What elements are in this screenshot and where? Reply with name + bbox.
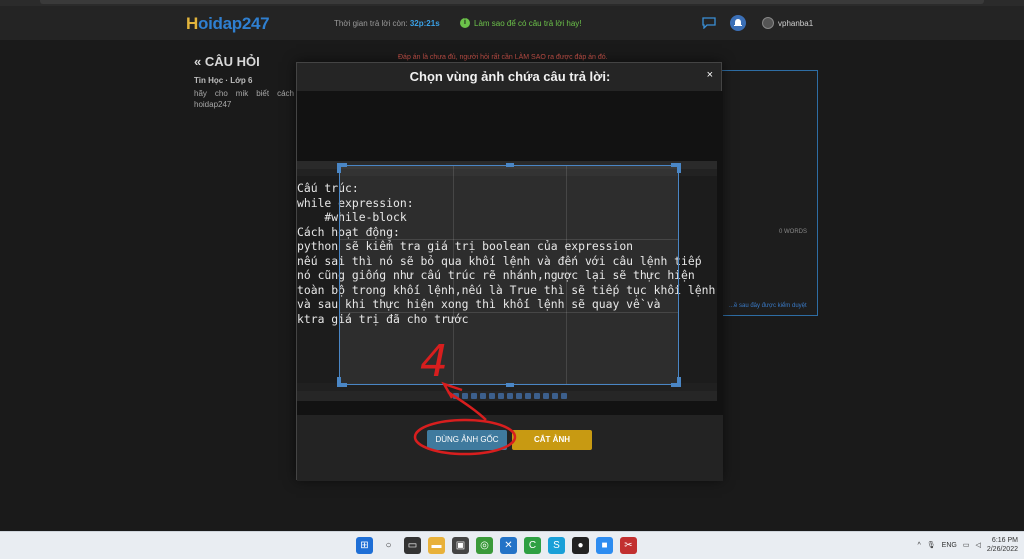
back-to-question[interactable]: « CÂU HỎI	[194, 54, 260, 69]
answer-warning: Đáp án là chưa đủ, người hỏi rất cần LÀM…	[398, 54, 608, 61]
crop-handle-top-right[interactable]	[677, 163, 681, 173]
search-icon[interactable]: ○	[380, 537, 397, 554]
help-link-text: Làm sao để có câu trả lời hay!	[474, 18, 582, 28]
volume-icon[interactable]: ◁	[975, 541, 980, 549]
taskbar-icons: ⊞ ○ ▭ ▬ ▣ ◎ ✕ C S ● ■ ✂	[356, 537, 637, 554]
microphone-icon[interactable]: 🎙	[927, 541, 936, 549]
question-text: hãy cho mik biết cách hoidap247	[194, 89, 294, 109]
logo-letter: H	[186, 14, 198, 33]
timer-value: 32p:21s	[409, 19, 440, 28]
clock-date: 2/26/2022	[986, 546, 1018, 553]
browser-icon[interactable]: ◎	[476, 537, 493, 554]
system-tray: ^ 🎙 ENG ▭ ◁ 6:16 PM 2/26/2022	[917, 536, 1018, 554]
network-icon[interactable]: ▭	[963, 541, 970, 549]
vscode-icon[interactable]: ✕	[500, 537, 517, 554]
windows-taskbar: ⊞ ○ ▭ ▬ ▣ ◎ ✕ C S ● ■ ✂ ^ 🎙 ENG ▭ ◁ 6:16…	[0, 531, 1024, 559]
clock[interactable]: 6:16 PM 2/26/2022	[987, 536, 1018, 554]
crop-image-modal: Chọn vùng ảnh chứa câu trả lời: × Cấu tr…	[296, 62, 723, 481]
site-logo[interactable]: Hoidap247	[186, 14, 270, 34]
user-menu[interactable]: vphanba1	[762, 17, 813, 29]
answer-timer: Thời gian trả lời còn: 32p:21s	[334, 19, 440, 28]
snipping-icon[interactable]: ✂	[620, 537, 637, 554]
skype-icon[interactable]: S	[548, 537, 565, 554]
crop-handle-bottom[interactable]	[506, 383, 514, 387]
crop-handle-bottom-right[interactable]	[677, 377, 681, 387]
crop-handle-top-left[interactable]	[337, 163, 341, 173]
start-icon[interactable]: ⊞	[356, 537, 373, 554]
screenshot-taskbar	[297, 391, 717, 401]
crop-handle-bottom-left[interactable]	[337, 377, 341, 387]
moderation-link[interactable]: ...ề sau đây được kiểm duyệt	[729, 303, 807, 309]
store-icon[interactable]: ▣	[452, 537, 469, 554]
logo-text: oidap247	[197, 14, 270, 33]
image-preview-area: Cấu trúc: while expression: #while-block C…	[297, 91, 723, 415]
language-indicator[interactable]: ENG	[942, 542, 957, 549]
chevron-up-icon[interactable]: ^	[917, 542, 920, 549]
help-link[interactable]: i Làm sao để có câu trả lời hay!	[460, 18, 582, 28]
modal-title: Chọn vùng ảnh chứa câu trả lời:	[409, 69, 611, 84]
task-view-icon[interactable]: ▭	[404, 537, 421, 554]
crop-gridline	[566, 166, 567, 384]
crop-image-button[interactable]: CẮT ẢNH	[512, 430, 592, 450]
timer-label: Thời gian trả lời còn:	[334, 19, 410, 28]
maps-icon[interactable]: ●	[572, 537, 589, 554]
modal-footer	[297, 415, 723, 481]
chat-icon[interactable]	[702, 16, 716, 30]
crop-selection[interactable]	[337, 163, 681, 387]
zoom-icon[interactable]: ■	[596, 537, 613, 554]
clock-time: 6:16 PM	[991, 537, 1018, 544]
crop-gridline	[340, 312, 678, 313]
close-icon[interactable]: ×	[707, 69, 713, 81]
avatar	[762, 17, 774, 29]
use-original-image-button[interactable]: DÙNG ẢNH GỐC	[427, 430, 507, 450]
word-count: 0 WORDS	[779, 229, 808, 235]
site-header: Hoidap247 Thời gian trả lời còn: 32p:21s…	[0, 6, 1024, 40]
app-icon[interactable]: C	[524, 537, 541, 554]
file-explorer-icon[interactable]: ▬	[428, 537, 445, 554]
bell-icon[interactable]	[730, 15, 746, 31]
username: vphanba1	[778, 18, 814, 28]
answer-editor-panel[interactable]: 0 WORDS ...ề sau đây được kiểm duyệt	[720, 70, 818, 316]
back-title-text: CÂU HỎI	[204, 54, 260, 69]
crop-gridline	[453, 166, 454, 384]
info-icon: i	[460, 18, 470, 28]
address-bar[interactable]	[40, 0, 984, 4]
screenshot-taskbar-icons	[453, 393, 567, 399]
crop-gridline	[340, 239, 678, 240]
question-subject: Tin Học · Lớp 6	[194, 76, 253, 85]
crop-handle-top[interactable]	[506, 163, 514, 167]
